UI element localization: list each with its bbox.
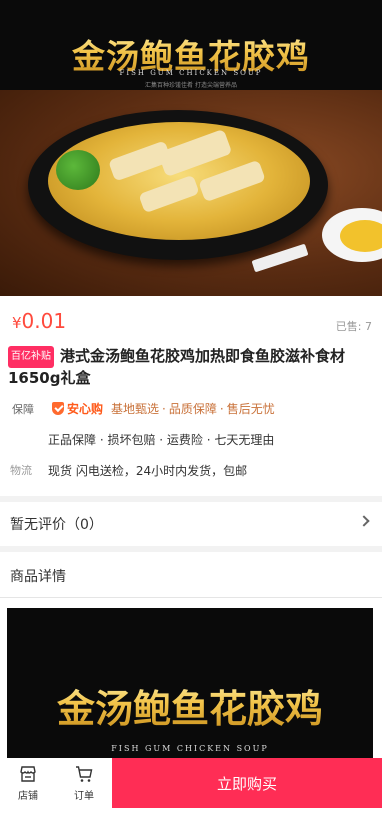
- dot-separator: ·: [162, 401, 166, 416]
- hero-subtitle: FISH GUM CHICKEN SOUP: [119, 69, 263, 77]
- price-value: 0.01: [21, 309, 67, 333]
- shipping-row[interactable]: 物流 现货 闪电送检，24小时内发货，包邮: [10, 462, 247, 479]
- guarantee-row[interactable]: 保障 安心购 基地甄选 · 品质保障 · 售后无忧: [12, 400, 275, 417]
- bottom-action-bar: 店铺 订单 立即购买: [0, 758, 382, 816]
- shipping-text: 现货 闪电送检，24小时内发货，包邮: [48, 464, 248, 478]
- anxin-brand: 安心购: [67, 402, 104, 416]
- hero-small-text: 汇集百种珍馐佳肴 打造尖端营养品: [145, 82, 237, 89]
- product-title-text: 港式金汤鲍鱼花胶鸡加热即食鱼胶滋补食材1650g礼盒: [8, 347, 346, 387]
- store-icon: [20, 766, 36, 782]
- guarantee-item: 品质保障: [168, 402, 217, 416]
- price-currency: ¥: [12, 314, 22, 332]
- product-info-card: ¥0.01 已售: 7 百亿补贴 港式金汤鲍鱼花胶鸡加热即食鱼胶滋补食材1650g…: [0, 296, 382, 496]
- shipping-label: 物流: [10, 464, 32, 477]
- review-text: 暂无评价（0）: [10, 517, 103, 533]
- detail-section: 金汤鲍鱼花胶鸡 FISH GUM CHICKEN SOUP: [0, 598, 382, 768]
- order-button[interactable]: 订单: [56, 758, 112, 808]
- price: ¥0.01: [12, 309, 66, 333]
- subsidy-tag: 百亿补贴: [8, 346, 54, 368]
- review-row[interactable]: 暂无评价（0）: [0, 502, 382, 546]
- detail-image: 金汤鲍鱼花胶鸡 FISH GUM CHICKEN SOUP: [7, 608, 373, 768]
- buy-now-button[interactable]: 立即购买: [112, 758, 382, 808]
- cart-icon: [76, 766, 93, 782]
- guarantee-item: 售后无忧: [226, 402, 275, 416]
- detail-heading: 商品详情: [0, 552, 382, 598]
- detail-image-title: 金汤鲍鱼花胶鸡: [7, 678, 373, 733]
- product-hero-image[interactable]: 金汤鲍鱼花胶鸡 FISH GUM CHICKEN SOUP 汇集百种珍馐佳肴 打…: [0, 0, 382, 296]
- detail-image-subtitle: FISH GUM CHICKEN SOUP: [111, 744, 269, 753]
- store-label: 店铺: [18, 791, 38, 802]
- dot-separator: ·: [219, 401, 224, 416]
- product-title: 百亿补贴 港式金汤鲍鱼花胶鸡加热即食鱼胶滋补食材1650g礼盒: [8, 346, 368, 388]
- guarantee-item: 基地甄选: [111, 402, 160, 416]
- sauce: [340, 220, 382, 252]
- shield-icon: [52, 402, 64, 415]
- store-button[interactable]: 店铺: [0, 758, 56, 808]
- guarantee-details[interactable]: 正品保障 · 损坏包赔 · 运费险 · 七天无理由: [48, 431, 274, 448]
- sold-count: 已售: 7: [335, 320, 372, 333]
- broccoli: [56, 150, 100, 190]
- chevron-right-icon: [358, 515, 370, 527]
- order-label: 订单: [74, 791, 94, 802]
- guarantee-label: 保障: [12, 402, 34, 416]
